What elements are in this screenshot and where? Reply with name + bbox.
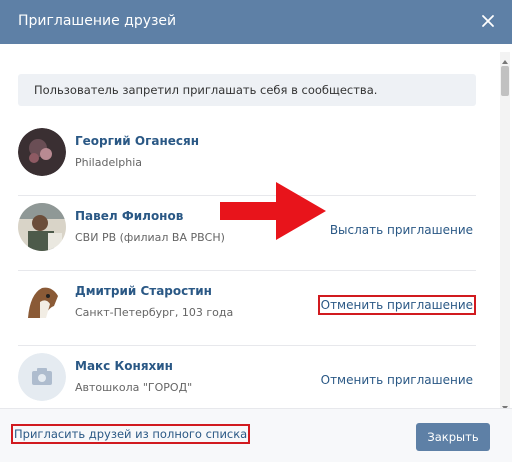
avatar[interactable] [18,278,66,326]
friend-subtitle: Автошкола "ГОРОД" [75,381,193,394]
scroll-down-icon[interactable] [501,398,509,410]
scrollbar[interactable] [500,52,510,410]
scrollbar-thumb[interactable] [501,66,509,96]
arrow-annotation [220,180,328,246]
avatar[interactable] [18,203,66,251]
friend-subtitle: Санкт-Петербург, 103 года [75,306,234,319]
friend-name[interactable]: Макс Коняхин [75,359,173,373]
avatar[interactable] [18,128,66,176]
friend-name[interactable]: Дмитрий Старостин [75,284,212,298]
dialog-title: Приглашение друзей [18,13,177,29]
friend-name[interactable]: Павел Филонов [75,209,183,223]
avatar[interactable] [18,353,66,401]
friend-subtitle: СВИ РВ (филиал ВА РВСН) [75,231,225,244]
friend-name[interactable]: Георгий Оганесян [75,134,199,148]
send-invite-link[interactable]: Выслать приглашение [330,223,473,237]
friend-subtitle: Philadelphia [75,156,143,169]
notice-banner: Пользователь запретил приглашать себя в … [18,74,476,106]
cancel-invite-link[interactable]: Отменить приглашение [317,295,477,315]
dialog-header: Приглашение друзей [0,0,512,44]
friend-row: Макс Коняхин Автошкола "ГОРОД" Отменить … [18,339,476,408]
friend-row: Дмитрий Старостин Санкт-Петербург, 103 г… [18,264,477,346]
close-button[interactable]: Закрыть [416,423,490,451]
close-icon[interactable] [476,9,500,33]
scroll-up-icon[interactable] [501,52,509,64]
cancel-invite-link[interactable]: Отменить приглашение [321,373,473,387]
dialog-footer: Пригласить друзей из полного списка Закр… [0,408,512,462]
invite-all-link[interactable]: Пригласить друзей из полного списка [10,424,251,444]
